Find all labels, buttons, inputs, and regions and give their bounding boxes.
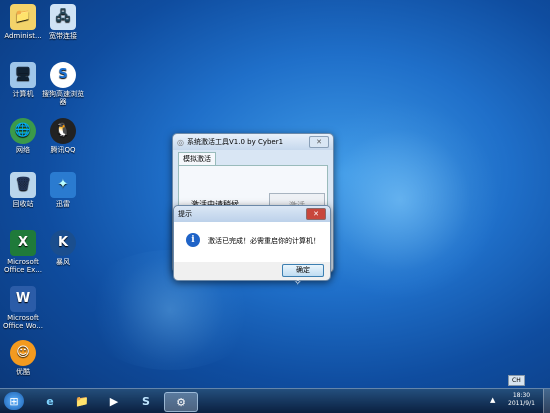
language-indicator[interactable]: CH [508,375,525,386]
info-icon: i [186,233,200,247]
network-connection-icon: 🖧 [50,4,76,30]
message-dialog: 提示 ✕ i 激活已完成！必需重启你的计算机！ 确定 [173,205,331,281]
desktop-icon-baofeng[interactable]: K 暴风 [40,230,86,266]
xunlei-bird-icon: ✦ [50,172,76,198]
window-titlebar: ◎ 系统激活工具V1.0 by Cyber1 ✕ [173,134,333,150]
dialog-body: i 激活已完成！必需重启你的计算机！ [174,222,330,262]
explorer-folder-icon[interactable]: 📁 [68,392,96,410]
desktop-icon-sogou-browser[interactable]: S 搜狗高速浏览器 [40,62,86,106]
desktop-icon-word[interactable]: W Microsoft Office Wo... [0,286,46,330]
baofeng-player-icon: K [50,230,76,256]
folder-icon: 📁 [10,4,36,30]
dialog-close-button[interactable]: ✕ [306,208,326,220]
app-logo-icon: ◎ [177,137,184,147]
clock-date: 2011/9/1 [508,400,535,407]
icon-label: 迅雷 [56,200,70,208]
icon-label: 宽带连接 [49,32,77,40]
recycle-bin-icon: 🗑 [10,172,36,198]
clock[interactable]: 18:30 2011/9/1 [508,392,535,408]
youku-icon: ☺ [10,340,36,366]
close-button[interactable]: ✕ [309,136,329,148]
media-player-icon[interactable]: ▶ [100,392,128,410]
ok-button[interactable]: 确定 [282,264,324,277]
taskbar: ⊞ e 📁 ▶ S ⚙ CH ▲ 18:30 2011/9/1 [0,375,550,413]
word-icon: W [10,286,36,312]
globe-icon: 🌐 [10,118,36,144]
sogou-browser-taskbar-icon[interactable]: S [132,392,160,410]
icon-label: 优酷 [16,368,30,376]
tab-bar: 模拟激活 [173,150,333,165]
icon-label: 搜狗高速浏览器 [42,90,84,106]
computer-icon: 🖥 [10,62,36,88]
excel-icon: X [10,230,36,256]
activation-tool-taskbar-button[interactable]: ⚙ [164,392,198,412]
desktop-icon-xunlei[interactable]: ✦ 迅雷 [40,172,86,208]
ie-browser-icon[interactable]: e [36,392,64,410]
dialog-title: 提示 [178,210,192,218]
sogou-browser-icon: S [50,62,76,88]
desktop-icon-qq[interactable]: 🐧 腾讯QQ [40,118,86,154]
clock-time: 18:30 [512,392,531,399]
dialog-titlebar: 提示 ✕ [174,206,330,222]
icon-label: 暴风 [56,258,70,266]
icon-label: Microsoft Office Wo... [2,314,43,330]
dialog-message: 激活已完成！必需重启你的计算机！ [208,237,320,245]
mouse-cursor-icon: ✧ [294,278,302,288]
start-button[interactable]: ⊞ [4,392,24,410]
desktop-icon-youku[interactable]: ☺ 优酷 [0,340,46,376]
icon-label: 腾讯QQ [50,146,76,154]
qq-penguin-icon: 🐧 [50,118,76,144]
window-title: 系统激活工具V1.0 by Cyber1 [186,138,284,146]
tab-simulate-activate[interactable]: 模拟激活 [178,152,216,165]
desktop-icon-broadband[interactable]: 🖧 宽带连接 [40,4,86,40]
tray-up-arrow-icon[interactable]: ▲ [490,396,495,404]
show-desktop-button[interactable] [543,389,550,413]
